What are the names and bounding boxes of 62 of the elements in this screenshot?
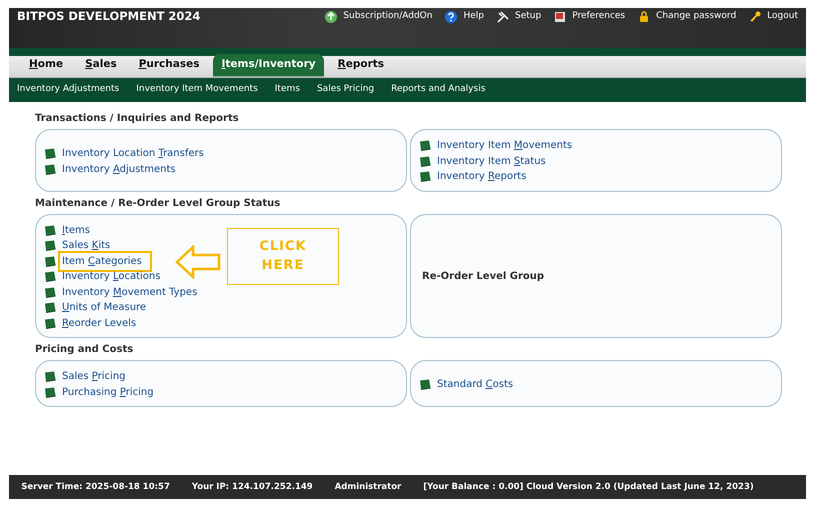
- menu-tab[interactable]: Reports: [330, 54, 392, 77]
- preferences-icon: [553, 10, 568, 24]
- menu-tab[interactable]: Purchases: [130, 54, 208, 77]
- book-icon: [419, 379, 431, 390]
- tools-icon: [496, 10, 510, 24]
- book-icon: [44, 256, 56, 267]
- footer-text: Server Time: 2025-08-18 10:57: [21, 480, 170, 494]
- menu-link[interactable]: Units of Measure: [62, 300, 146, 316]
- menu-link[interactable]: Item Categories: [60, 252, 150, 270]
- submenu-link[interactable]: Inventory Adjustments: [17, 83, 120, 97]
- menu-link[interactable]: Inventory Adjustments: [62, 162, 176, 176]
- menu-link[interactable]: Inventory Item Movements: [437, 138, 572, 154]
- submenu-link[interactable]: Reports and Analysis: [391, 83, 486, 97]
- menu-link[interactable]: Inventory Locations: [62, 269, 160, 284]
- addon-icon: [324, 10, 338, 24]
- section-heading: Pricing and Costs: [35, 343, 134, 357]
- header-link[interactable]: Change password: [637, 10, 736, 24]
- menu-link[interactable]: Sales Kits: [62, 238, 110, 254]
- header-link[interactable]: Logout: [748, 10, 798, 24]
- book-icon: [419, 156, 431, 167]
- book-icon: [44, 302, 56, 314]
- book-icon: [44, 148, 56, 159]
- menu-tab[interactable]: Home: [21, 54, 72, 77]
- menu-link[interactable]: Inventory Reports: [437, 169, 526, 184]
- book-icon: [419, 171, 431, 182]
- header-link[interactable]: Preferences: [553, 10, 626, 24]
- panel-caption: Re-Order Level Group: [421, 270, 546, 284]
- menu-link[interactable]: Reorder Levels: [62, 316, 136, 331]
- submenu-link[interactable]: Inventory Item Movements: [136, 83, 258, 97]
- key-icon: [748, 10, 762, 24]
- menu-link[interactable]: Inventory Item Status: [437, 154, 546, 169]
- book-icon: [44, 286, 56, 298]
- footer-text: Your IP: 124.107.252.149: [192, 480, 313, 494]
- submenu-link[interactable]: Sales Pricing: [316, 83, 374, 97]
- footer-text: [Your Balance : 0.00] Cloud Version 2.0 (Updated Last June 12, 2023): [423, 480, 754, 494]
- menu-link[interactable]: Items: [62, 222, 90, 238]
- book-icon: [44, 224, 56, 236]
- submenu-link[interactable]: Items: [274, 83, 300, 97]
- footer-text: Administrator: [334, 480, 402, 494]
- arrow-icon: [175, 245, 221, 279]
- section-heading: Transactions / Inquiries and Reports: [35, 112, 240, 126]
- menu-link[interactable]: Standard Costs: [437, 377, 514, 392]
- book-icon: [44, 318, 56, 329]
- menu-link[interactable]: Inventory Movement Types: [62, 284, 198, 300]
- book-icon: [44, 271, 56, 282]
- menu-tab[interactable]: Items/Inventory: [213, 54, 324, 77]
- book-icon: [44, 386, 56, 398]
- header-link[interactable]: Subscription/AddOn: [324, 10, 432, 24]
- book-icon: [419, 140, 431, 152]
- book-icon: [44, 164, 56, 174]
- menu-link[interactable]: Sales Pricing: [62, 369, 126, 384]
- menu-tab[interactable]: Sales: [77, 54, 125, 77]
- section-heading: Maintenance / Re-Order Level Group Status: [35, 196, 282, 210]
- header-link[interactable]: Help: [444, 10, 484, 24]
- help-icon: [444, 10, 458, 24]
- menu-link[interactable]: Inventory Location Transfers: [62, 146, 204, 161]
- book-icon: [44, 240, 56, 252]
- menu-link[interactable]: Purchasing Pricing: [62, 384, 154, 400]
- header-link[interactable]: Setup: [496, 10, 542, 24]
- app-title: BITPOS DEVELOPMENT 2024: [17, 8, 200, 25]
- book-icon: [44, 371, 56, 382]
- callout-text: CLICK HERE: [227, 228, 339, 285]
